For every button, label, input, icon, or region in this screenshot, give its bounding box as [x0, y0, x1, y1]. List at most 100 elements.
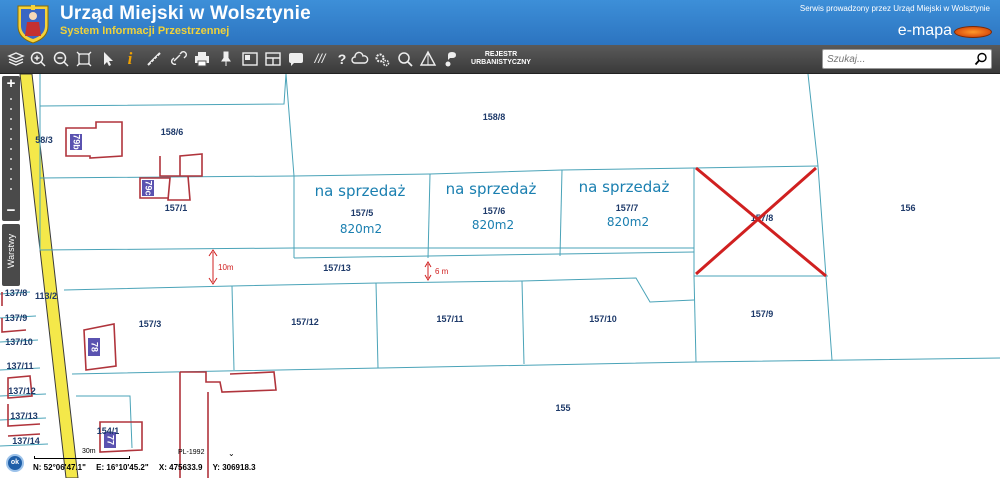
area-label-157-7: 820m2 [607, 215, 649, 229]
parcel-157-10: 157/10 [589, 314, 617, 324]
zoom-level-dot[interactable] [10, 128, 12, 130]
parcel-137-12: 137/12 [8, 386, 36, 396]
search-input[interactable] [827, 52, 967, 67]
brand-logo-icon [954, 26, 992, 38]
dimension-label-6m: 6 m [435, 267, 449, 276]
sale-label-157-6: na sprzedaż [446, 180, 537, 198]
link-icon[interactable] [168, 49, 188, 69]
parcel-157-9: 157/9 [751, 309, 774, 319]
dimension-label-10m: 10m [218, 263, 234, 272]
parcel-boundary [693, 275, 697, 363]
parcel-158-8: 158/8 [483, 112, 506, 122]
zoom-out-icon[interactable] [51, 49, 71, 69]
layout-icon[interactable] [240, 49, 260, 69]
parcel-154-1: 154/1 [97, 426, 120, 436]
parcel-137-8: 137/8 [5, 288, 28, 298]
zoom-level-dot[interactable] [10, 118, 12, 120]
print-icon[interactable] [192, 49, 212, 69]
parcel-137-9: 137/9 [5, 313, 28, 323]
parcel-boundary [63, 277, 695, 303]
toolbar: i /// ? REJESTR URBANISTYCZNY [0, 45, 1000, 74]
parcel-boundary [375, 282, 379, 369]
area-label-157-6: 820m2 [472, 218, 514, 232]
zoom-level-dot[interactable] [10, 108, 12, 110]
parcel-157-3: 157/3 [139, 319, 162, 329]
building-79b: 79b [72, 134, 82, 150]
parcel-137-13: 137/13 [10, 411, 38, 421]
dimension-arrow-10m [208, 249, 218, 285]
latitude-readout: N: 52°06'47.1" [33, 463, 86, 472]
crossed-out-mark [695, 166, 827, 278]
brand-name: e-mapa [897, 22, 952, 39]
zoom-out-button[interactable]: − [2, 203, 20, 219]
parcel-boundary [39, 74, 287, 107]
dimension-arrow-6m [424, 261, 432, 281]
parcel-158-6: 158/6 [161, 127, 184, 137]
app-subtitle: System Informacji Przestrzennej [60, 25, 230, 37]
parcel-137-10: 137/10 [5, 337, 33, 347]
parcel-157-12: 157/12 [291, 317, 319, 327]
zoom-in-icon[interactable] [28, 49, 48, 69]
zoom-in-button[interactable]: + [2, 76, 20, 92]
layers-tab-label: Warstwy [6, 233, 16, 269]
parcel-boundary [293, 251, 695, 259]
parcel-157-13: 157/13 [323, 263, 351, 273]
parcel-113-2: 113/2 [35, 291, 57, 301]
coordinate-readout: N: 52°06'47.1" E: 16°10'45.2" X: 475633.… [33, 463, 264, 472]
building-77: 77 [106, 435, 116, 445]
longitude-readout: E: 16°10'45.2" [96, 463, 149, 472]
zoom-level-dot[interactable] [10, 168, 12, 170]
info-icon[interactable]: i [120, 49, 140, 69]
service-note: Serwis prowadzony przez Urząd Miejski w … [799, 4, 990, 13]
parcel-boundary [521, 280, 525, 365]
x-coordinate-readout: X: 475633.9 [158, 463, 203, 472]
parcel-boundary [559, 169, 563, 257]
y-coordinate-readout: Y: 306918.3 [212, 463, 256, 472]
search-map-icon[interactable] [395, 49, 415, 69]
zoom-level-dot[interactable] [10, 158, 12, 160]
urban-registry-label-1: REJESTR [484, 51, 518, 58]
pin-icon[interactable] [216, 49, 236, 69]
sale-label-157-5: na sprzedaż [315, 182, 406, 200]
area-label-157-5: 820m2 [340, 222, 382, 236]
triangle-icon[interactable] [418, 49, 438, 69]
help-icon[interactable]: ? [332, 49, 352, 69]
layers-tab[interactable]: Warstwy [2, 224, 20, 286]
sale-label-157-7: na sprzedaż [579, 178, 670, 196]
parcel-boundary [807, 74, 833, 361]
parcel-157-7: 157/7 [616, 203, 639, 213]
parcel-boundary [71, 357, 1000, 375]
zoom-panel: + − [2, 76, 20, 221]
parcel-boundary [285, 74, 295, 258]
zoom-level-dot[interactable] [10, 178, 12, 180]
scale-bar [34, 456, 130, 459]
urban-registry-button[interactable]: REJESTR URBANISTYCZNY [470, 51, 532, 67]
hatch-icon[interactable]: /// [310, 49, 330, 69]
zoom-level-dot[interactable] [10, 188, 12, 190]
parcel-137-14: 137/14 [12, 436, 40, 446]
search-box [822, 49, 992, 69]
note-icon[interactable] [442, 49, 462, 69]
search-icon[interactable] [974, 52, 988, 66]
parcel-155: 155 [555, 403, 570, 413]
settings-icon[interactable] [372, 49, 392, 69]
comment-icon[interactable] [286, 49, 306, 69]
zoom-level-dot[interactable] [10, 138, 12, 140]
status-bar: ok 30m PL-1992 ⌄ N: 52°06'47.1" E: 16°10… [0, 448, 1000, 478]
cloud-icon[interactable] [350, 49, 370, 69]
zoom-extent-icon[interactable] [74, 49, 94, 69]
chevron-down-icon[interactable]: ⌄ [228, 449, 235, 458]
building-78: 78 [90, 342, 100, 352]
scale-label: 30m [82, 448, 96, 455]
pointer-icon[interactable] [98, 49, 118, 69]
zoom-level-dot[interactable] [10, 98, 12, 100]
zoom-level-dot[interactable] [10, 148, 12, 150]
ok-button[interactable]: ok [6, 454, 24, 472]
app-header: Urząd Miejski w Wolsztynie System Inform… [0, 0, 1000, 45]
table-icon[interactable] [263, 49, 283, 69]
crs-select[interactable]: PL-1992 [178, 449, 234, 459]
measure-icon[interactable] [144, 49, 164, 69]
coat-of-arms-icon [17, 5, 49, 44]
map-canvas[interactable]: 79b 79c 78 77 58/3 158/6 158/8 157/1 157… [0, 74, 1000, 478]
layers-icon[interactable] [6, 49, 26, 69]
